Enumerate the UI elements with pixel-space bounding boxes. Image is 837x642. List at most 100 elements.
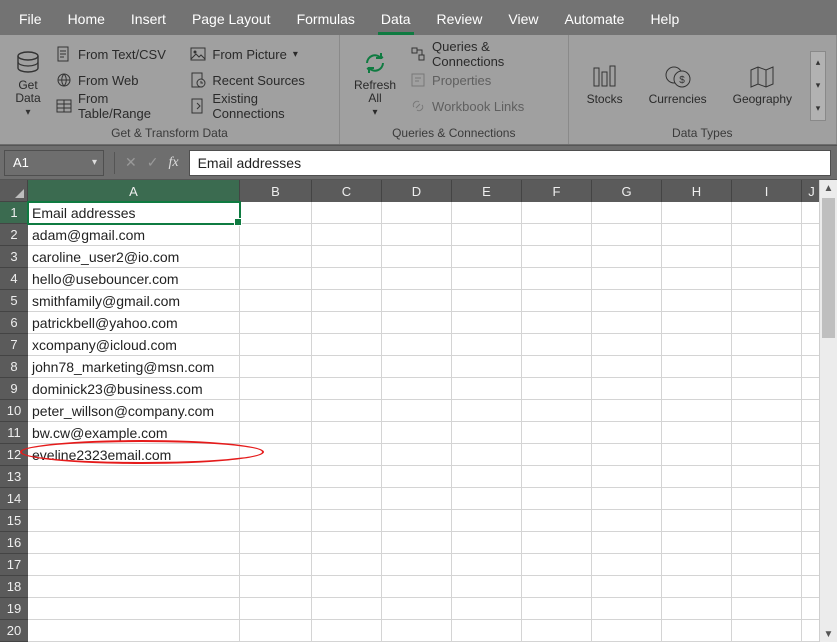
cell-G4[interactable] (592, 268, 662, 290)
cell-B11[interactable] (240, 422, 312, 444)
cell-B3[interactable] (240, 246, 312, 268)
cell-A16[interactable] (28, 532, 240, 554)
cell-I19[interactable] (732, 598, 802, 620)
cell-C7[interactable] (312, 334, 382, 356)
cell-B16[interactable] (240, 532, 312, 554)
cell-G18[interactable] (592, 576, 662, 598)
cell-I8[interactable] (732, 356, 802, 378)
cell-C6[interactable] (312, 312, 382, 334)
cell-H10[interactable] (662, 400, 732, 422)
cell-A7[interactable]: xcompany@icloud.com (28, 334, 240, 356)
cell-B10[interactable] (240, 400, 312, 422)
fx-icon[interactable]: fx (168, 155, 178, 171)
select-all-corner[interactable] (0, 180, 28, 202)
cell-F13[interactable] (522, 466, 592, 488)
cell-D2[interactable] (382, 224, 452, 246)
menu-item-formulas[interactable]: Formulas (284, 5, 368, 35)
cell-F16[interactable] (522, 532, 592, 554)
cell-D18[interactable] (382, 576, 452, 598)
row-header-3[interactable]: 3 (0, 246, 28, 268)
cell-H19[interactable] (662, 598, 732, 620)
cell-F1[interactable] (522, 202, 592, 224)
cell-F8[interactable] (522, 356, 592, 378)
cell-H8[interactable] (662, 356, 732, 378)
cell-H1[interactable] (662, 202, 732, 224)
cell-C10[interactable] (312, 400, 382, 422)
row-header-2[interactable]: 2 (0, 224, 28, 246)
row-header-16[interactable]: 16 (0, 532, 28, 554)
cell-B4[interactable] (240, 268, 312, 290)
cell-E17[interactable] (452, 554, 522, 576)
cell-E13[interactable] (452, 466, 522, 488)
cell-A6[interactable]: patrickbell@yahoo.com (28, 312, 240, 334)
cell-D10[interactable] (382, 400, 452, 422)
cell-H11[interactable] (662, 422, 732, 444)
cell-C16[interactable] (312, 532, 382, 554)
cell-F6[interactable] (522, 312, 592, 334)
cell-C5[interactable] (312, 290, 382, 312)
column-header-I[interactable]: I (732, 180, 802, 202)
cell-E14[interactable] (452, 488, 522, 510)
cell-E16[interactable] (452, 532, 522, 554)
cell-D3[interactable] (382, 246, 452, 268)
cell-H9[interactable] (662, 378, 732, 400)
row-header-7[interactable]: 7 (0, 334, 28, 356)
existing-connections-button[interactable]: Existing Connections (190, 93, 329, 119)
cell-C9[interactable] (312, 378, 382, 400)
cell-D7[interactable] (382, 334, 452, 356)
cell-B5[interactable] (240, 290, 312, 312)
menu-item-file[interactable]: File (6, 5, 55, 35)
cell-H15[interactable] (662, 510, 732, 532)
cell-E3[interactable] (452, 246, 522, 268)
cell-E8[interactable] (452, 356, 522, 378)
cell-C20[interactable] (312, 620, 382, 642)
cell-B13[interactable] (240, 466, 312, 488)
cell-I20[interactable] (732, 620, 802, 642)
formula-input[interactable]: Email addresses (189, 150, 831, 176)
cell-B1[interactable] (240, 202, 312, 224)
menu-item-automate[interactable]: Automate (552, 5, 638, 35)
row-header-1[interactable]: 1 (0, 202, 28, 224)
row-header-6[interactable]: 6 (0, 312, 28, 334)
cell-G10[interactable] (592, 400, 662, 422)
cell-C3[interactable] (312, 246, 382, 268)
cell-I17[interactable] (732, 554, 802, 576)
cell-B7[interactable] (240, 334, 312, 356)
vertical-scrollbar[interactable]: ▲ ▼ (819, 180, 837, 642)
column-header-G[interactable]: G (592, 180, 662, 202)
cell-H14[interactable] (662, 488, 732, 510)
scroll-up-arrow[interactable]: ▲ (820, 180, 837, 196)
cell-I2[interactable] (732, 224, 802, 246)
cell-F19[interactable] (522, 598, 592, 620)
recent-sources-button[interactable]: Recent Sources (190, 67, 329, 93)
column-header-E[interactable]: E (452, 180, 522, 202)
row-header-10[interactable]: 10 (0, 400, 28, 422)
cell-G19[interactable] (592, 598, 662, 620)
cell-I10[interactable] (732, 400, 802, 422)
cell-B2[interactable] (240, 224, 312, 246)
cell-H3[interactable] (662, 246, 732, 268)
cell-C19[interactable] (312, 598, 382, 620)
row-header-14[interactable]: 14 (0, 488, 28, 510)
cell-D12[interactable] (382, 444, 452, 466)
workbook-links-button[interactable]: Workbook Links (410, 93, 558, 119)
cell-A13[interactable] (28, 466, 240, 488)
cell-E2[interactable] (452, 224, 522, 246)
column-header-A[interactable]: A (28, 180, 240, 202)
menu-item-view[interactable]: View (495, 5, 551, 35)
cell-C11[interactable] (312, 422, 382, 444)
cell-G3[interactable] (592, 246, 662, 268)
cell-A8[interactable]: john78_marketing@msn.com (28, 356, 240, 378)
cell-E6[interactable] (452, 312, 522, 334)
cell-E15[interactable] (452, 510, 522, 532)
cell-G6[interactable] (592, 312, 662, 334)
data-types-expand[interactable]: ▴ ▾ ▾ (810, 51, 826, 121)
from-text-csv-button[interactable]: From Text/CSV (56, 41, 180, 67)
cell-F18[interactable] (522, 576, 592, 598)
cell-E19[interactable] (452, 598, 522, 620)
menu-item-home[interactable]: Home (55, 5, 118, 35)
cell-A19[interactable] (28, 598, 240, 620)
cell-F15[interactable] (522, 510, 592, 532)
cell-H6[interactable] (662, 312, 732, 334)
cell-G2[interactable] (592, 224, 662, 246)
